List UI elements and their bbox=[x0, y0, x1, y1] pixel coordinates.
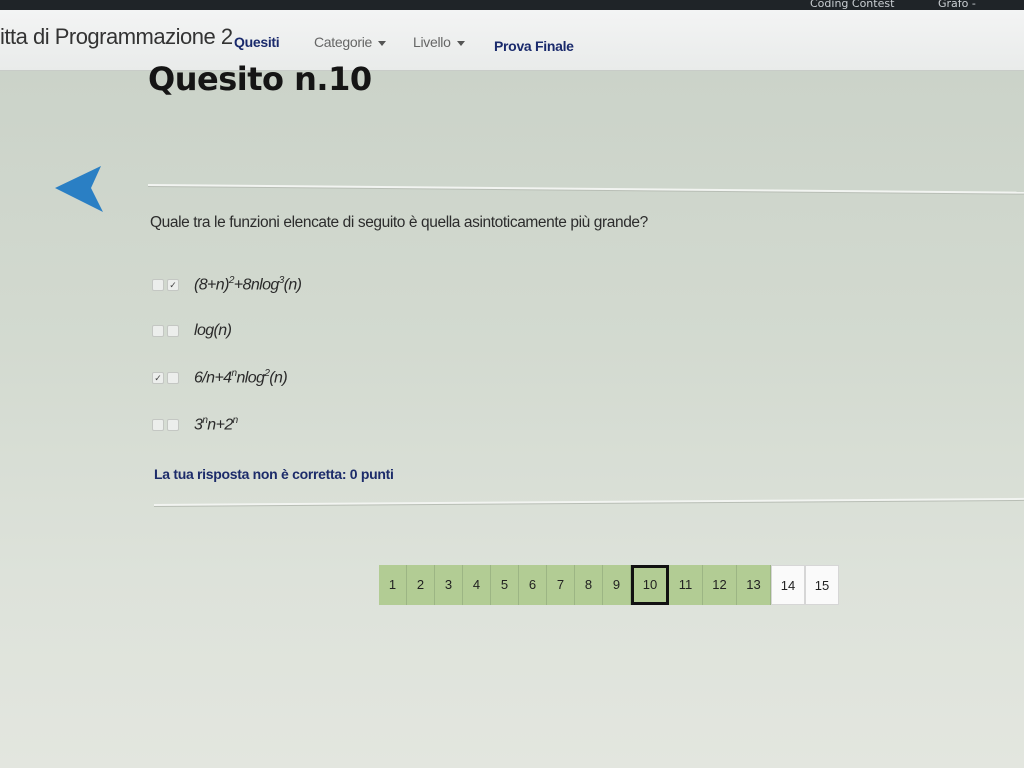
option-checkbox-correct-mark bbox=[167, 372, 179, 384]
option-checkbox[interactable]: ✓ bbox=[152, 372, 164, 384]
page-button-14[interactable]: 14 bbox=[771, 565, 805, 605]
nav-quesiti[interactable]: Quesiti bbox=[234, 34, 280, 50]
divider-top bbox=[147, 184, 1024, 194]
browser-tab-coding-contest[interactable]: Coding Contest bbox=[810, 0, 894, 10]
option-checkbox-correct-mark: ✓ bbox=[167, 279, 179, 291]
page-button-15[interactable]: 15 bbox=[805, 565, 839, 605]
answer-feedback: La tua risposta non è corretta: 0 punti bbox=[154, 466, 394, 482]
option-formula: log(n) bbox=[194, 322, 232, 339]
answer-option-2[interactable]: log(n) bbox=[152, 320, 232, 342]
nav-prova-finale[interactable]: Prova Finale bbox=[494, 38, 574, 54]
option-checkbox-correct-mark bbox=[167, 419, 179, 431]
page-button-8[interactable]: 8 bbox=[575, 565, 603, 605]
page-button-11[interactable]: 11 bbox=[669, 565, 703, 605]
nav-categorie-label: Categorie bbox=[314, 34, 373, 50]
answer-option-3[interactable]: ✓ 6/n+4nnlog2(n) bbox=[152, 367, 288, 389]
page-button-13[interactable]: 13 bbox=[737, 565, 771, 605]
page-button-9[interactable]: 9 bbox=[603, 565, 631, 605]
page-button-7[interactable]: 7 bbox=[547, 565, 575, 605]
page-button-5[interactable]: 5 bbox=[491, 565, 519, 605]
page-button-6[interactable]: 6 bbox=[519, 565, 547, 605]
option-checkbox-correct-mark bbox=[167, 325, 179, 337]
nav-livello-dropdown[interactable]: Livello bbox=[413, 34, 465, 50]
back-arrow-icon[interactable] bbox=[55, 166, 107, 214]
page-button-3[interactable]: 3 bbox=[435, 565, 463, 605]
option-checkbox[interactable] bbox=[152, 419, 164, 431]
question-pagination: 1 2 3 4 5 6 7 8 9 10 11 12 13 14 15 bbox=[379, 565, 839, 605]
caret-down-icon bbox=[378, 40, 387, 46]
option-checkbox[interactable] bbox=[152, 325, 164, 337]
site-brand[interactable]: itta di Programmazione 2 bbox=[0, 24, 233, 50]
answer-option-4[interactable]: 3nn+2n bbox=[152, 414, 238, 436]
option-checkbox[interactable] bbox=[152, 279, 164, 291]
page-button-2[interactable]: 2 bbox=[407, 565, 435, 605]
caret-down-icon bbox=[456, 40, 465, 46]
answer-option-1[interactable]: ✓ (8+n)2+8nlog3(n) bbox=[152, 274, 302, 296]
divider-bottom bbox=[153, 497, 1024, 506]
question-title: Quesito n.10 bbox=[148, 60, 372, 98]
question-text: Quale tra le funzioni elencate di seguit… bbox=[150, 214, 648, 231]
page-button-1[interactable]: 1 bbox=[379, 565, 407, 605]
page-button-4[interactable]: 4 bbox=[463, 565, 491, 605]
page-button-12[interactable]: 12 bbox=[703, 565, 737, 605]
option-formula: (8+n)2+8nlog3(n) bbox=[194, 275, 302, 294]
page-button-10-current[interactable]: 10 bbox=[631, 565, 669, 605]
option-formula: 3nn+2n bbox=[194, 415, 238, 434]
nav-livello-label: Livello bbox=[413, 34, 451, 50]
option-formula: 6/n+4nnlog2(n) bbox=[194, 368, 288, 387]
nav-categorie-dropdown[interactable]: Categorie bbox=[314, 34, 387, 50]
